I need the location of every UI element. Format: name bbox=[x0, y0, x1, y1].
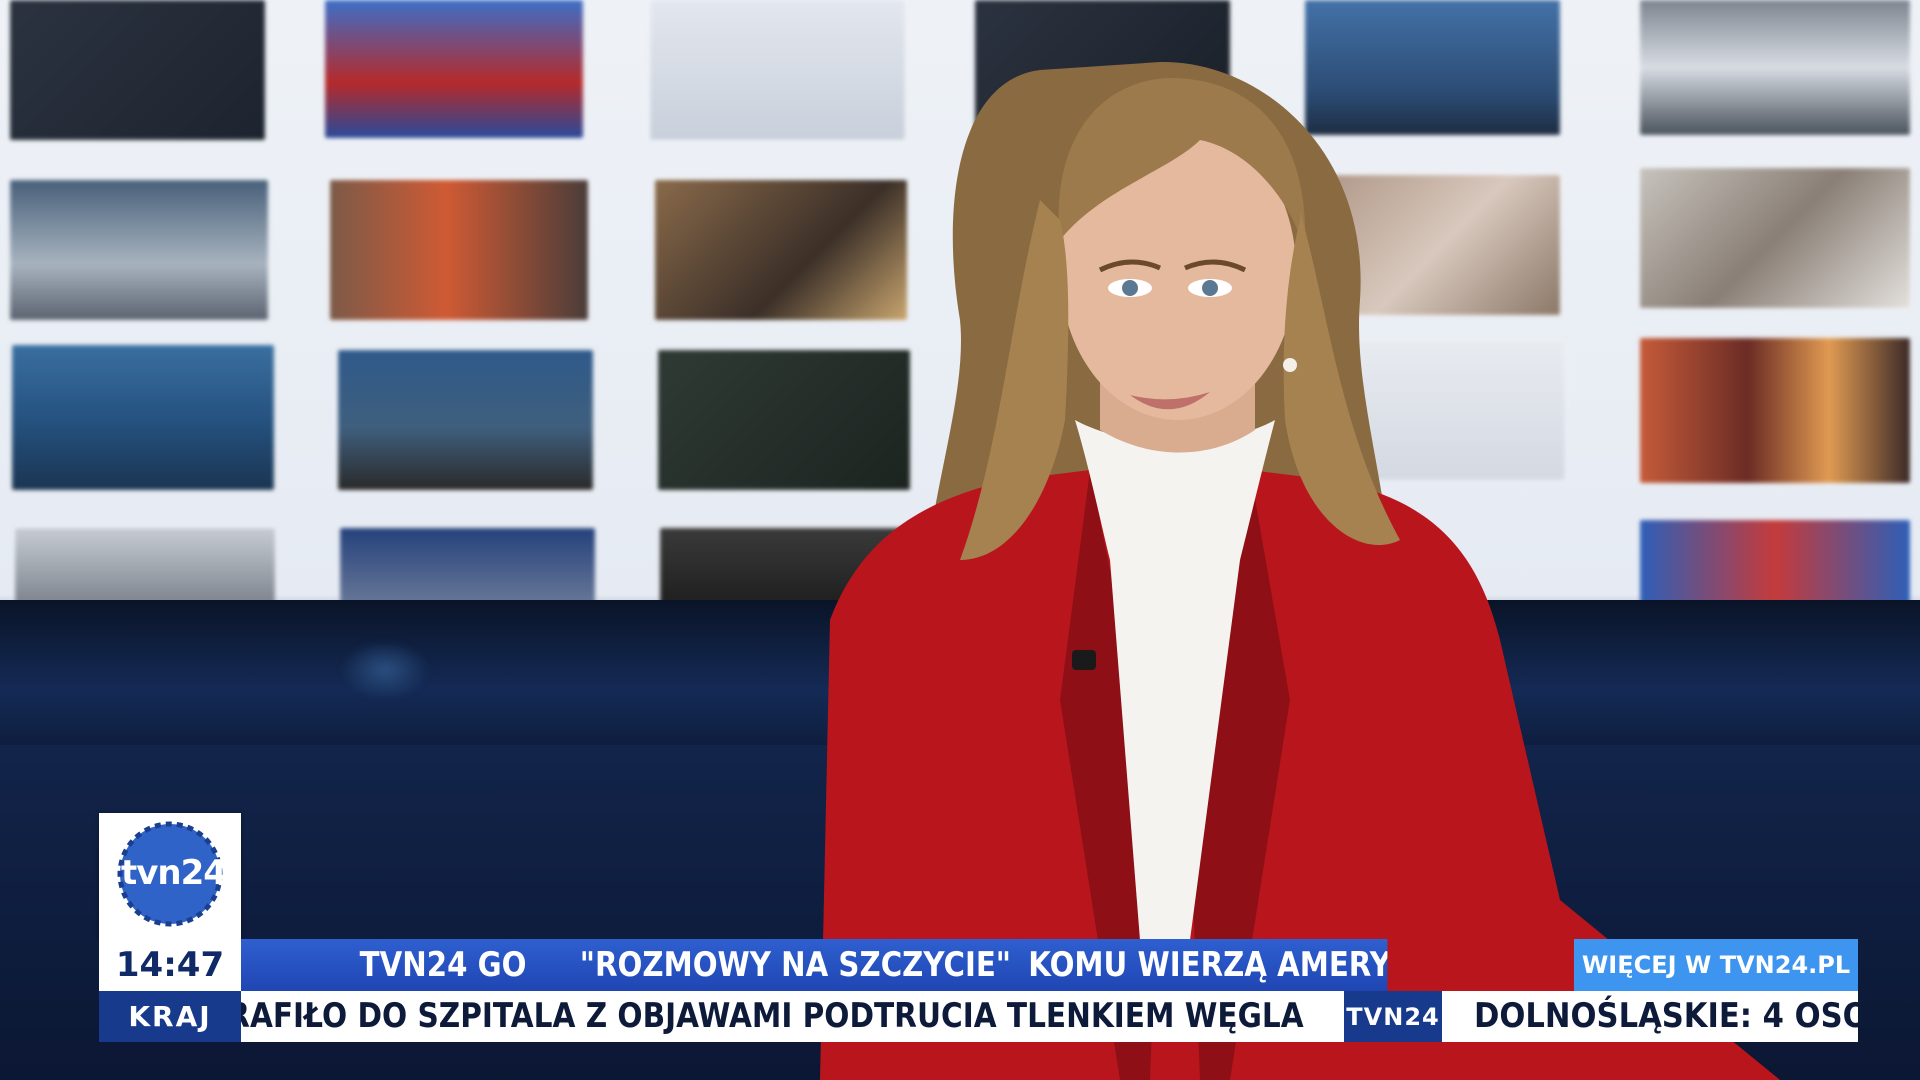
headline-program: TVN24 GO bbox=[359, 945, 527, 985]
tvn24-logo: tvn24 bbox=[99, 813, 241, 939]
news-anchor bbox=[820, 61, 1780, 1080]
news-ticker: TRAFIŁO DO SZPITALA Z OBJAWAMI PODTRUCIA… bbox=[241, 991, 1858, 1042]
lapel-microphone bbox=[1072, 650, 1096, 670]
headline-bar: TVN24 GO "ROZMOWY NA SZCZYCIE" KOMU WIER… bbox=[241, 939, 1388, 991]
anchor-iris bbox=[1202, 280, 1218, 296]
ticker-item: DOLNOŚLĄSKIE: 4 OSO bbox=[1474, 996, 1858, 1036]
more-link: WIĘCEJ W TVN24.PL bbox=[1574, 939, 1858, 991]
ticker-separator: TVN24 bbox=[1344, 991, 1442, 1042]
anchor-earring bbox=[1283, 358, 1297, 372]
anchor-iris bbox=[1122, 280, 1138, 296]
headline-show: "ROZMOWY NA SZCZYCIE" bbox=[579, 945, 1012, 985]
ticker-item: TRAFIŁO DO SZPITALA Z OBJAWAMI PODTRUCIA… bbox=[241, 996, 1304, 1036]
category-badge: KRAJ bbox=[99, 991, 241, 1042]
headline-topic: KOMU WIERZĄ AMERYKANIE? bbox=[1028, 945, 1388, 985]
tvn24-logo-text: tvn24 bbox=[121, 853, 227, 893]
clock: 14:47 bbox=[99, 939, 241, 991]
